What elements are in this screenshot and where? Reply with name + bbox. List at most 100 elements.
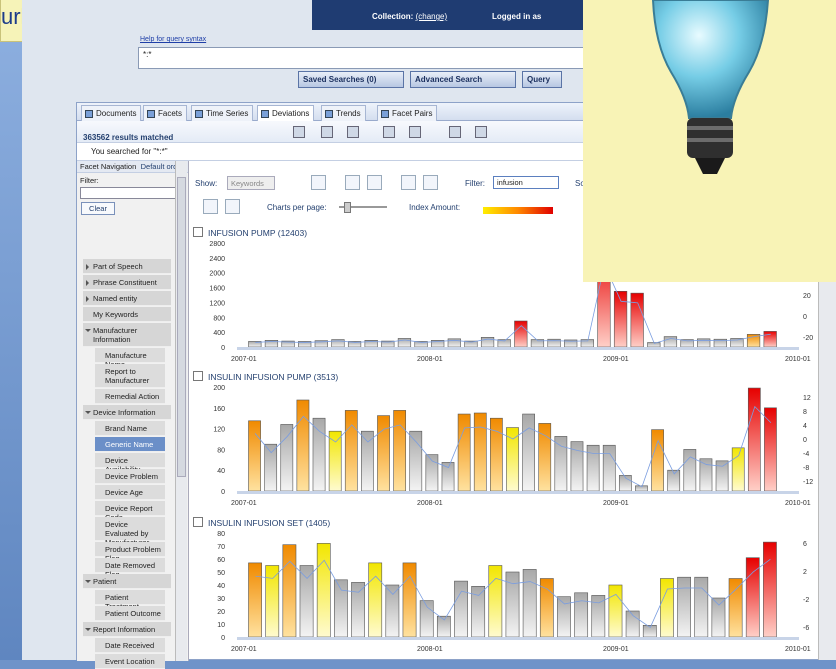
chart-bar[interactable] bbox=[490, 417, 503, 492]
zoom-out-button[interactable] bbox=[225, 199, 240, 214]
chart-bar[interactable] bbox=[514, 320, 528, 348]
zoom-in-button[interactable] bbox=[203, 199, 218, 214]
chart-bar[interactable] bbox=[557, 596, 571, 638]
facet-item[interactable]: Device Report Code bbox=[95, 501, 165, 522]
chart-bar[interactable] bbox=[677, 576, 691, 638]
export-icon[interactable] bbox=[475, 126, 487, 138]
facet-filter-input[interactable] bbox=[80, 187, 176, 199]
tab-facet-pairs[interactable]: Facet Pairs bbox=[377, 105, 438, 121]
change-collection-link[interactable]: (change) bbox=[416, 12, 448, 21]
tab-deviations[interactable]: Deviations bbox=[257, 105, 315, 121]
chart-bar[interactable] bbox=[764, 407, 777, 492]
chart-bar[interactable] bbox=[368, 562, 383, 638]
sidebar-scrollbar[interactable] bbox=[175, 161, 187, 661]
facet-item[interactable]: My Keywords bbox=[83, 307, 171, 322]
chart-bar[interactable] bbox=[683, 449, 697, 492]
chart-bar[interactable] bbox=[608, 584, 623, 638]
chart-bar[interactable] bbox=[586, 444, 600, 492]
chart-bar[interactable] bbox=[763, 331, 777, 348]
chart-bar[interactable] bbox=[409, 430, 423, 492]
bookmark-icon[interactable] bbox=[449, 126, 461, 138]
chart-bar[interactable] bbox=[361, 430, 374, 492]
chart-bar[interactable] bbox=[488, 565, 503, 638]
view-button-4[interactable] bbox=[401, 175, 416, 190]
chart-bar[interactable] bbox=[663, 336, 678, 348]
chart-bar[interactable] bbox=[711, 597, 726, 638]
chart-bar[interactable] bbox=[299, 565, 314, 638]
query-button[interactable]: Query bbox=[522, 71, 562, 88]
query-help-link[interactable]: Help for query syntax bbox=[140, 36, 206, 43]
facet-item[interactable]: Date Received bbox=[95, 638, 165, 653]
chart-bar[interactable] bbox=[328, 430, 342, 492]
save-icon[interactable] bbox=[293, 126, 305, 138]
chart-bar[interactable] bbox=[647, 342, 661, 348]
page-scrollbar[interactable] bbox=[818, 228, 836, 660]
view-button-5[interactable] bbox=[423, 175, 438, 190]
mail-icon[interactable] bbox=[409, 126, 421, 138]
facet-item[interactable]: Remedial Action bbox=[95, 389, 165, 404]
facet-item[interactable]: Device Age bbox=[95, 485, 165, 500]
chart-bar[interactable] bbox=[630, 292, 644, 348]
facet-item[interactable]: Patient Outcome bbox=[95, 606, 165, 621]
chart-bar[interactable] bbox=[282, 544, 297, 638]
chart-bar[interactable] bbox=[344, 410, 358, 492]
tab-facets[interactable]: Facets bbox=[143, 105, 188, 121]
chart-bar[interactable] bbox=[602, 444, 616, 492]
chart-bar[interactable] bbox=[385, 584, 400, 638]
facet-item[interactable]: Event Location bbox=[95, 654, 165, 669]
chart-bar[interactable] bbox=[454, 580, 468, 638]
facet-item[interactable]: Patient bbox=[83, 574, 171, 589]
chart-filter-input[interactable]: infusion bbox=[493, 176, 559, 189]
chart-bar[interactable] bbox=[473, 412, 487, 492]
chart-bar[interactable] bbox=[715, 460, 729, 492]
chart-bar[interactable] bbox=[522, 569, 537, 638]
chart-bar[interactable] bbox=[316, 543, 331, 638]
chart-bar[interactable] bbox=[574, 592, 589, 638]
facet-item[interactable]: Product Problem Flag bbox=[95, 542, 165, 563]
chart-title[interactable]: INSULIN INFUSION PUMP (3513) bbox=[193, 371, 338, 382]
chart-bar[interactable] bbox=[699, 458, 713, 492]
chart-bar[interactable] bbox=[393, 410, 407, 492]
facet-item[interactable]: Brand Name bbox=[95, 421, 165, 436]
tab-documents[interactable]: Documents bbox=[81, 105, 142, 121]
query-input[interactable]: *:* bbox=[138, 47, 598, 69]
chart-bar[interactable] bbox=[402, 562, 417, 638]
advanced-search-button[interactable]: Advanced Search bbox=[410, 71, 516, 88]
chart-bar[interactable] bbox=[351, 582, 365, 638]
chart-bar[interactable] bbox=[248, 420, 261, 492]
chart-bar[interactable] bbox=[265, 565, 280, 638]
facet-item[interactable]: Part of Speech bbox=[83, 259, 171, 274]
chart-bar[interactable] bbox=[763, 541, 777, 638]
chart-bar[interactable] bbox=[651, 429, 664, 492]
view-button-3[interactable] bbox=[367, 175, 382, 190]
chart-bar[interactable] bbox=[591, 595, 606, 638]
chart-bar[interactable] bbox=[457, 413, 471, 492]
chart-bar[interactable] bbox=[522, 413, 535, 492]
chart-bar[interactable] bbox=[296, 399, 310, 492]
chart-title[interactable]: INSULIN INFUSION SET (1405) bbox=[193, 517, 330, 528]
view-button-2[interactable] bbox=[345, 175, 360, 190]
facet-item[interactable]: Named entity bbox=[83, 291, 171, 306]
facet-item[interactable]: Device Evaluated by Manufacturer bbox=[95, 517, 165, 547]
tab-time-series[interactable]: Time Series bbox=[191, 105, 254, 121]
facet-item[interactable]: Generic Name bbox=[95, 437, 165, 452]
chart-bar[interactable] bbox=[264, 443, 278, 492]
saved-searches-button[interactable]: Saved Searches (0) bbox=[298, 71, 404, 88]
facet-item[interactable]: Phrase Constituent bbox=[83, 275, 171, 290]
view-button-1[interactable] bbox=[311, 175, 326, 190]
chart-bar[interactable] bbox=[731, 447, 745, 492]
chart-bar[interactable] bbox=[280, 424, 294, 492]
copy-icon[interactable] bbox=[383, 126, 395, 138]
tab-trends[interactable]: Trends bbox=[321, 105, 366, 121]
chart-bar[interactable] bbox=[694, 576, 709, 638]
chart-bar[interactable] bbox=[334, 579, 348, 638]
facet-item[interactable]: Manufacturer Information bbox=[83, 323, 171, 347]
facet-item[interactable]: Report Information bbox=[83, 622, 171, 637]
chart-bar[interactable] bbox=[539, 578, 554, 638]
sidebar-scroll-thumb[interactable] bbox=[177, 177, 186, 477]
print-icon[interactable] bbox=[347, 126, 359, 138]
facet-item[interactable]: Device Information bbox=[83, 405, 171, 420]
facet-item[interactable]: Device Problem bbox=[95, 469, 165, 484]
chart-bar[interactable] bbox=[312, 417, 326, 492]
chart-bar[interactable] bbox=[377, 415, 390, 492]
